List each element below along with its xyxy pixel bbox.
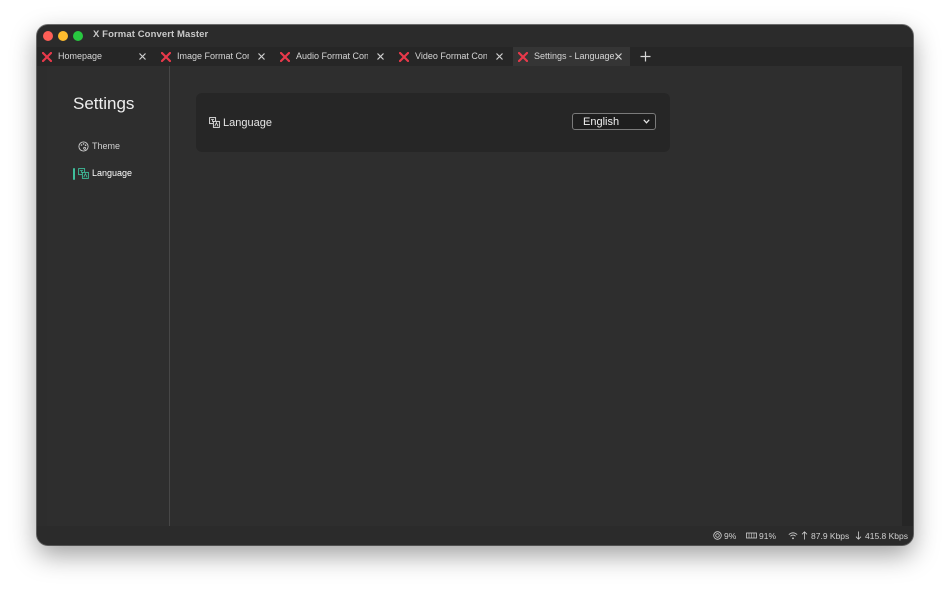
wifi-icon [788, 532, 798, 540]
app-logo-icon [280, 52, 290, 62]
download-arrow-icon [855, 531, 862, 540]
language-select[interactable]: English [572, 113, 656, 130]
tab-video-format-converter[interactable]: Video Format Conve [394, 47, 511, 66]
language-label: Language [223, 117, 272, 129]
close-icon[interactable] [257, 52, 266, 61]
memory-icon [746, 532, 757, 539]
translate-icon [209, 117, 220, 128]
app-logo-icon [161, 52, 171, 62]
palette-icon [78, 141, 89, 152]
settings-sidebar: Settings Theme Language [47, 66, 170, 526]
upload-speed: 87.9 Kbps [811, 531, 850, 541]
tab-settings-language[interactable]: Settings - Language [513, 47, 630, 66]
app-logo-icon [518, 52, 528, 62]
translate-icon [78, 168, 89, 179]
vertical-scrollbar[interactable] [902, 66, 913, 526]
sidebar-item-theme[interactable]: Theme [73, 139, 163, 155]
title-bar: X Format Convert Master [37, 25, 913, 47]
new-tab-icon[interactable] [640, 51, 651, 62]
tab-homepage[interactable]: Homepage [37, 47, 154, 66]
sidebar-item-language[interactable]: Language [73, 166, 163, 182]
close-icon[interactable] [138, 52, 147, 61]
settings-content: Settings Theme Language Language English [47, 66, 902, 526]
selection-indicator [73, 168, 75, 180]
close-window-button[interactable] [43, 31, 53, 41]
minimize-window-button[interactable] [58, 31, 68, 41]
download-speed: 415.8 Kbps [865, 531, 909, 541]
language-setting-card: Language English [196, 93, 670, 152]
status-bar: 9% 91% 87.9 Kbps 415.8 Kbps [37, 526, 913, 545]
language-select-value: English [583, 116, 620, 128]
app-logo-icon [399, 52, 409, 62]
cpu-usage: 9% [724, 531, 737, 541]
tab-label: Settings - Language [534, 51, 614, 61]
sidebar-title: Settings [73, 94, 135, 113]
app-logo-icon [42, 52, 52, 62]
upload-arrow-icon [801, 531, 808, 540]
close-icon[interactable] [614, 52, 623, 61]
tab-image-format-converter[interactable]: Image Format Conve [156, 47, 273, 66]
tab-bar: Homepage Image Format Conve Audio Format… [37, 47, 913, 66]
close-icon[interactable] [376, 52, 385, 61]
app-title: X Format Convert Master [93, 29, 209, 40]
tab-label: Image Format Conve [177, 51, 249, 61]
app-window: X Format Convert Master Homepage Image F… [37, 25, 913, 545]
tab-label: Audio Format Conve [296, 51, 368, 61]
memory-usage: 91% [759, 531, 777, 541]
close-icon[interactable] [495, 52, 504, 61]
sidebar-item-label: Language [92, 168, 133, 178]
chevron-down-icon [643, 119, 650, 124]
cpu-icon [713, 531, 722, 540]
tab-label: Video Format Conve [415, 51, 487, 61]
maximize-window-button[interactable] [73, 31, 83, 41]
tab-audio-format-converter[interactable]: Audio Format Conve [275, 47, 392, 66]
tab-label: Homepage [58, 51, 103, 61]
sidebar-item-label: Theme [92, 141, 121, 151]
